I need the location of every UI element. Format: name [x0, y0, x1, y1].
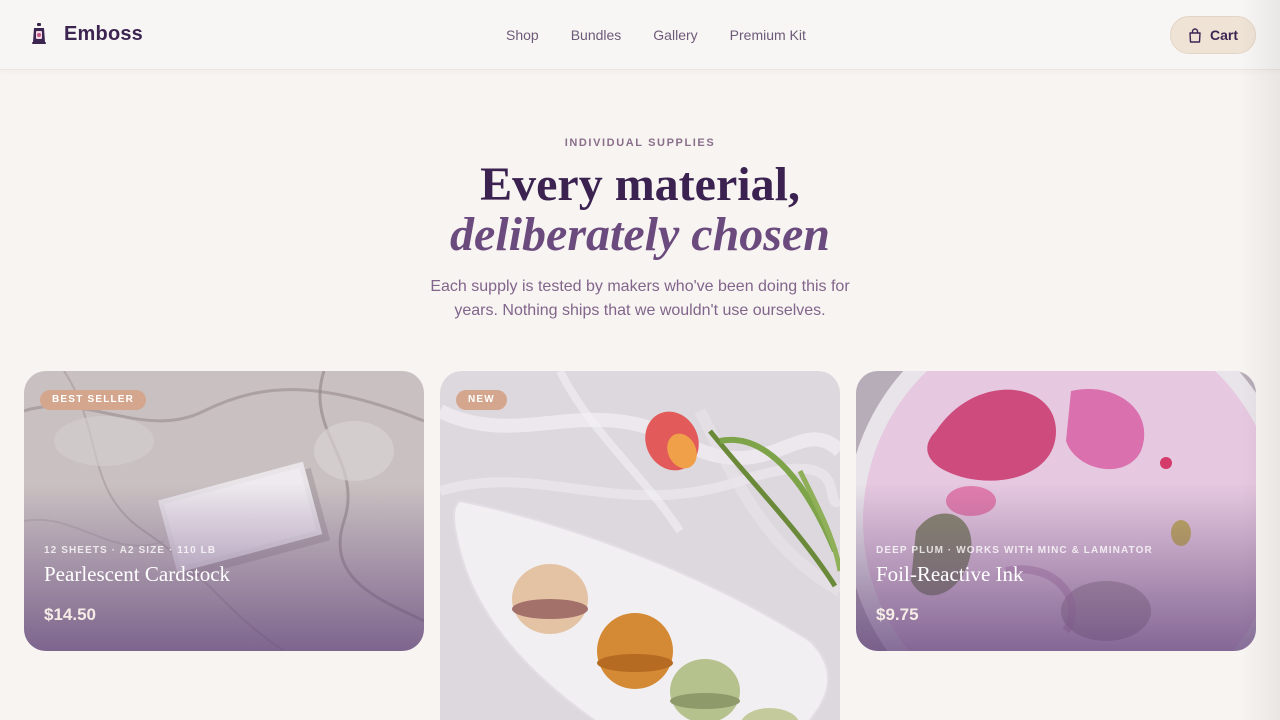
product-name: Pearlescent Cardstock [44, 562, 231, 586]
section-eyebrow: INDIVIDUAL SUPPLIES [564, 137, 716, 149]
site-header: Emboss Shop Bundles Gallery Premium Kit … [0, 0, 1280, 70]
hero-subtitle: Each supply is tested by makers who've b… [430, 278, 850, 319]
product-name: Foil-Reactive Ink [876, 562, 1024, 586]
product-card-pearlescent-cardstock[interactable]: BEST SELLER 12 SHEETS · A2 SIZE · 110 LB… [24, 371, 424, 651]
brand[interactable]: Emboss [30, 22, 143, 46]
page-headline: Every material, deliberately chosen [0, 160, 1280, 260]
product-price: $14.50 [44, 605, 96, 624]
badge-best-seller: BEST SELLER [40, 390, 147, 410]
product-meta: DEEP PLUM · WORKS WITH MINC & LAMINATOR [876, 545, 1153, 556]
headline-line-2: deliberately chosen [450, 208, 830, 261]
product-card-new[interactable]: NEW [440, 371, 840, 720]
product-price: $9.75 [876, 605, 919, 624]
shopping-bag-icon [1189, 27, 1201, 43]
cart-button[interactable]: Cart [1170, 16, 1256, 54]
product-card-foil-reactive-ink[interactable]: DEEP PLUM · WORKS WITH MINC & LAMINATOR … [856, 371, 1256, 651]
product-meta: 12 SHEETS · A2 SIZE · 110 LB [44, 545, 217, 556]
nav-shop[interactable]: Shop [506, 27, 539, 43]
headline-line-1: Every material, [480, 158, 800, 211]
nav-premium-kit[interactable]: Premium Kit [730, 27, 806, 43]
nav-gallery[interactable]: Gallery [653, 27, 697, 43]
main-nav: Shop Bundles Gallery Premium Kit [506, 27, 806, 43]
cart-label: Cart [1209, 27, 1238, 43]
product-image-macarons-tulip [440, 371, 840, 720]
badge-new: NEW [456, 390, 507, 410]
lantern-logo-icon [32, 23, 46, 44]
nav-bundles[interactable]: Bundles [571, 27, 622, 43]
brand-name: Emboss [64, 22, 144, 45]
